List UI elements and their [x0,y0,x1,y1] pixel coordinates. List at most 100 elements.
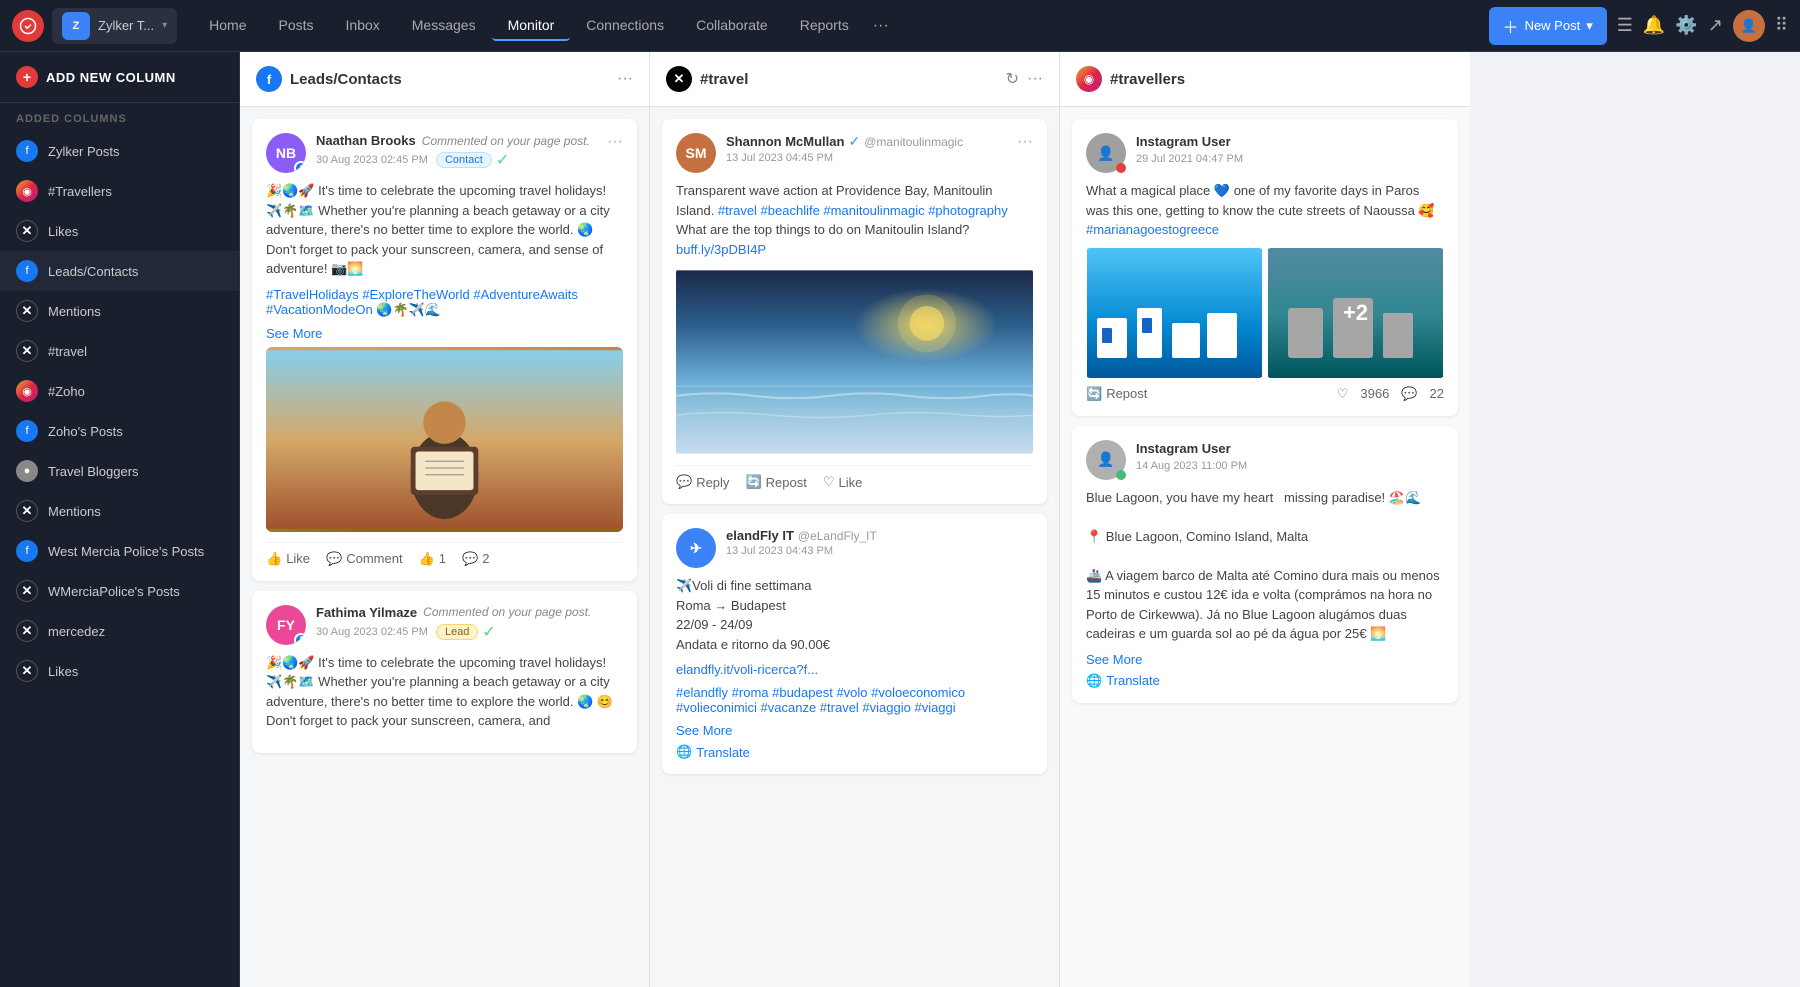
nav-connections[interactable]: Connections [570,11,680,41]
card1-see-more[interactable]: See More [266,326,623,341]
added-columns-header: ADDED COLUMNS [0,103,239,131]
card6-avatar-wrap: 👤 [1086,440,1126,480]
sidebar-item-travellers[interactable]: ◉ #Travellers [0,171,239,211]
sidebar: + ADD NEW COLUMN ADDED COLUMNS f Zylker … [0,52,240,987]
card3-user-name: Shannon McMullan [726,134,844,149]
card6-translate[interactable]: 🌐 Translate [1086,673,1444,689]
nav-reports[interactable]: Reports [784,11,865,41]
card3-like-action[interactable]: ♡ Like [823,474,863,490]
card4-time: 13 Jul 2023 04:43 PM [726,545,1033,557]
card3-repost-action[interactable]: 🔄 Repost [745,474,806,490]
apps-icon[interactable]: ⠿ [1775,15,1788,36]
nav-collaborate[interactable]: Collaborate [680,11,784,41]
card2-avatar: FY f [266,605,306,645]
sidebar-item-travel-bloggers[interactable]: ● Travel Bloggers [0,451,239,491]
card2-avatar-initials: FY [277,617,295,633]
card1-comment-count: 💬 2 [462,551,489,567]
card5-likes: 3966 [1360,386,1389,402]
sidebar-label-mercedez: mercedez [48,624,105,639]
sidebar-item-wmercia-posts[interactable]: ✕ WMerciaPolice's Posts [0,571,239,611]
sidebar-item-mercedez[interactable]: ✕ mercedez [0,611,239,651]
add-new-column-button[interactable]: + ADD NEW COLUMN [0,52,239,103]
new-post-button[interactable]: ＋ New Post ▾ [1489,7,1607,45]
fb-icon-4: f [16,540,38,562]
col1-more-button[interactable]: ··· [617,70,633,88]
sidebar-item-leads-contacts[interactable]: f Leads/Contacts [0,251,239,291]
card4-translate[interactable]: 🌐 Translate [676,744,1033,760]
plus-icon: ＋ [1503,14,1519,38]
sidebar-item-mentions-2[interactable]: ✕ Mentions [0,491,239,531]
x-icon-3: ✕ [16,340,38,362]
card1-comment-action[interactable]: 💬 Comment [326,551,403,567]
card6-meta: Instagram User 14 Aug 2023 11:00 PM [1136,440,1444,472]
card3-time: 13 Jul 2023 04:45 PM [726,152,1007,164]
card5-avatar-initials: 👤 [1097,145,1114,162]
notifications-icon[interactable]: 🔔 [1643,15,1665,36]
card3-avatar-initials: SM [686,145,707,161]
sidebar-item-travel[interactable]: ✕ #travel [0,331,239,371]
card2-header: FY f Fathima Yilmaze Commented on your p… [266,605,623,645]
card-shannon-mcmullan: SM Shannon McMullan ✓ @manitoulinmagic 1… [662,119,1047,504]
nav-posts[interactable]: Posts [263,11,330,41]
card-ig-blue-lagoon: 👤 Instagram User 14 Aug 2023 11:00 PM Bl… [1072,426,1458,703]
sidebar-item-west-mercia[interactable]: f West Mercia Police's Posts [0,531,239,571]
nav-more-icon[interactable]: ··· [865,11,897,41]
globe-icon-2: 🌐 [1086,673,1102,689]
sidebar-item-likes-2[interactable]: ✕ Likes [0,651,239,691]
circle-icon: ● [16,460,38,482]
card1-time: 30 Aug 2023 02:45 PM Contact ✓ [316,150,597,170]
card6-see-more[interactable]: See More [1086,652,1444,667]
nav-home[interactable]: Home [193,11,262,41]
card3-menu-icon[interactable]: ··· [1017,133,1033,151]
user-avatar[interactable]: 👤 [1733,10,1765,42]
nav-monitor[interactable]: Monitor [492,11,571,41]
col2-header: ✕ #travel ↻ ··· [650,52,1059,107]
nav-inbox[interactable]: Inbox [330,11,396,41]
col2-platform-icon: ✕ [666,66,692,92]
sidebar-label-leads-contacts: Leads/Contacts [48,264,138,279]
col3-body: 👤 Instagram User 29 Jul 2021 04:47 PM Wh… [1060,107,1470,987]
col2-more-button[interactable]: ··· [1027,70,1043,88]
topnav-icons: ☰ 🔔 ⚙️ ↗ [1617,15,1723,36]
menu-icon[interactable]: ☰ [1617,15,1633,36]
col1-title: Leads/Contacts [290,71,609,88]
col2-refresh-button[interactable]: ↻ [1006,69,1019,89]
card3-content: Transparent wave action at Providence Ba… [676,181,1033,259]
card5-repost-action[interactable]: 🔄 Repost [1086,386,1147,402]
card5-meta: Instagram User 29 Jul 2021 04:47 PM [1136,133,1444,165]
card1-menu-icon[interactable]: ··· [607,133,623,151]
sidebar-item-zoho[interactable]: ◉ #Zoho [0,371,239,411]
brand-name: Zylker T... [98,18,154,33]
card5-time: 29 Jul 2021 04:47 PM [1136,153,1444,165]
sidebar-item-mentions-1[interactable]: ✕ Mentions [0,291,239,331]
sidebar-item-zylker-posts[interactable]: f Zylker Posts [0,131,239,171]
sidebar-label-travel-bloggers: Travel Bloggers [48,464,139,479]
card2-verified-icon: ✓ [482,622,495,642]
column-travellers: ◉ #travellers 👤 [1060,52,1470,987]
sidebar-label-zoho: #Zoho [48,384,85,399]
card4-handle: @eLandFly_IT [798,529,877,543]
card4-link[interactable]: elandfly.it/voli-ricerca?f... [676,662,1033,677]
fb-icon-2: f [16,260,38,282]
sidebar-label-zohos-posts: Zoho's Posts [48,424,123,439]
nav-links: Home Posts Inbox Messages Monitor Connec… [193,11,897,41]
card1-like-action[interactable]: 👍 Like [266,551,310,567]
new-post-label: New Post [1525,18,1581,33]
card3-meta: Shannon McMullan ✓ @manitoulinmagic 13 J… [726,133,1007,164]
bubble-icon-2: 💬 [1401,386,1417,402]
card3-link[interactable]: buff.ly/3pDBI4P [676,242,766,257]
brand-selector[interactable]: Z Zylker T... ▾ [52,8,177,44]
settings-icon[interactable]: ⚙️ [1675,15,1697,36]
card1-contact-badge: Contact [436,152,492,168]
sidebar-label-zylker-posts: Zylker Posts [48,144,120,159]
sidebar-label-wmercia-posts: WMerciaPolice's Posts [48,584,180,599]
card6-time: 14 Aug 2023 11:00 PM [1136,460,1444,472]
sidebar-item-likes[interactable]: ✕ Likes [0,211,239,251]
card1-action-text: Commented on your page post. [422,134,590,148]
card4-see-more[interactable]: See More [676,723,1033,738]
x-icon-2: ✕ [16,300,38,322]
nav-messages[interactable]: Messages [396,11,492,41]
share-icon[interactable]: ↗ [1708,15,1723,36]
card3-reply-action[interactable]: 💬 Reply [676,474,729,490]
sidebar-item-zohos-posts[interactable]: f Zoho's Posts [0,411,239,451]
